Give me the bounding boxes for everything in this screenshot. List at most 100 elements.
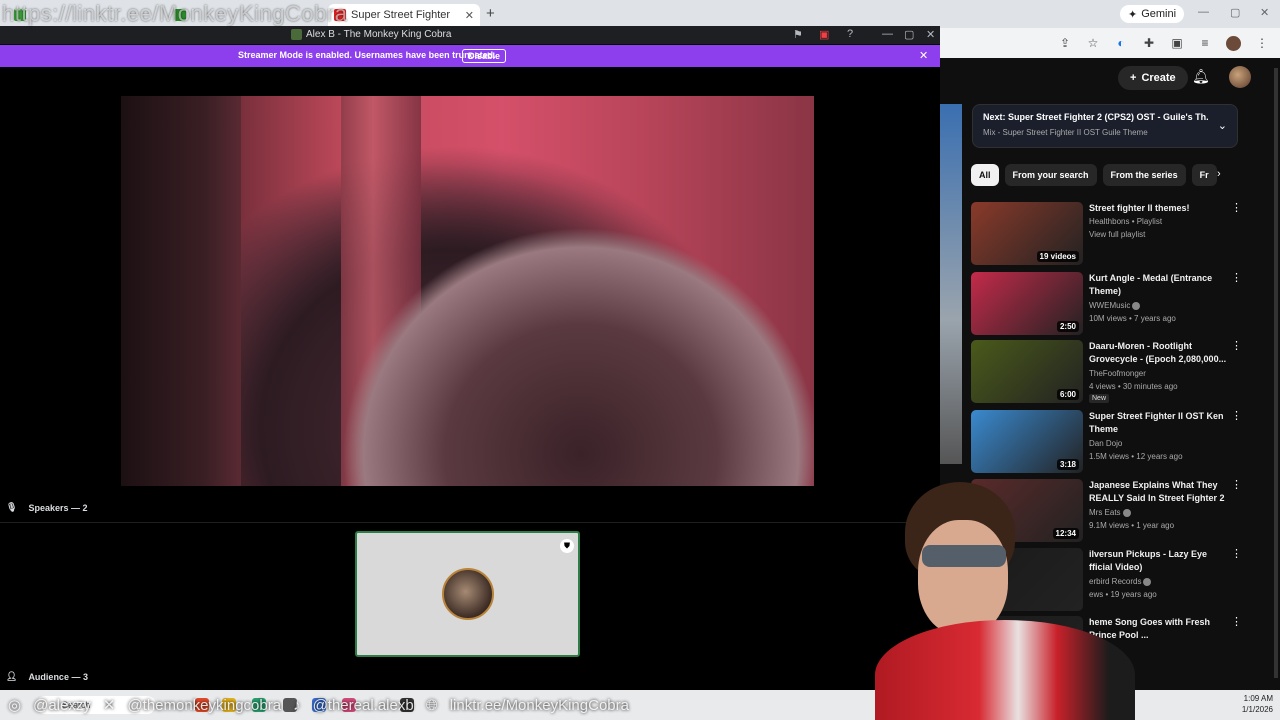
app-icon[interactable] xyxy=(312,698,326,712)
plus-icon: + xyxy=(1130,72,1137,84)
browser-toolbar: ⇪ ☆ ◐ ✚ ▣ ≡ ⋮ xyxy=(940,28,1280,58)
more-options-icon[interactable]: ⋮ xyxy=(1231,341,1242,352)
folder-app-icon[interactable] xyxy=(222,698,236,712)
video-list-item[interactable]: 2:50 Kurt Angle - Medal (Entrance Theme) W… xyxy=(971,272,1271,336)
app-icon[interactable] xyxy=(252,698,266,712)
scrollbar[interactable] xyxy=(1274,68,1278,678)
browser-tab-1[interactable] xyxy=(8,4,158,26)
more-options-icon[interactable]: ⋮ xyxy=(1231,203,1242,214)
extension-icon[interactable]: ◐ xyxy=(1114,36,1128,50)
discord-title-bar: Alex B - The Monkey King Cobra ⚑ ▣ ? — ▢… xyxy=(0,26,940,44)
next-up-title: Next: Super Street Fighter 2 (CPS2) OST … xyxy=(983,112,1208,122)
new-tab-button[interactable]: + xyxy=(486,5,495,22)
browser-tab-active[interactable]: Super Street Fighter II OST Guil ✕ xyxy=(328,4,480,26)
video-thumbnail[interactable]: 3:18 xyxy=(971,410,1083,473)
chrome-app-icon[interactable] xyxy=(195,698,209,712)
duration-badge: 2:50 xyxy=(1056,321,1079,332)
channel-name[interactable]: TheFoofmonger xyxy=(1089,367,1146,380)
close-banner-icon[interactable]: ✕ xyxy=(919,49,928,62)
microphone-icon: 🎙︎ xyxy=(6,502,18,512)
maximize-icon[interactable]: ▢ xyxy=(1230,6,1240,19)
extensions-puzzle-icon[interactable]: ✚ xyxy=(1142,36,1156,50)
disable-button[interactable]: Disable xyxy=(462,49,507,63)
video-thumbnail[interactable]: 6:00 xyxy=(971,340,1083,403)
taskbar-search[interactable]: Search xyxy=(36,696,156,714)
chevron-down-icon[interactable]: ⌄ xyxy=(1218,119,1227,132)
stage-video-feed[interactable] xyxy=(121,96,814,486)
video-stats: 1.5M views • 12 years ago xyxy=(1089,452,1183,461)
clock[interactable]: 1:09 AM 1/1/2026 xyxy=(1233,693,1273,715)
create-label: Create xyxy=(1141,72,1176,84)
channel-name[interactable]: WWEMusic xyxy=(1089,299,1141,312)
more-options-icon[interactable]: ⋮ xyxy=(1231,480,1242,491)
server-icon xyxy=(291,29,302,40)
more-options-icon[interactable]: ⋮ xyxy=(1231,617,1242,628)
minimize-icon[interactable]: — xyxy=(882,28,893,40)
app-icon[interactable] xyxy=(400,698,414,712)
close-window-icon[interactable]: ✕ xyxy=(1260,6,1269,19)
video-title[interactable]: Daaru-Moren - Rootlight Grovecycle - (Ep… xyxy=(1089,340,1229,366)
browser-tab-2[interactable] xyxy=(168,4,318,26)
help-icon[interactable]: ? xyxy=(847,28,853,40)
more-options-icon[interactable]: ⋮ xyxy=(1231,273,1242,284)
window-title: Alex B - The Monkey King Cobra xyxy=(306,29,452,40)
tab-favicon-icon xyxy=(174,9,186,21)
media-icon[interactable]: ≡ xyxy=(1198,36,1212,50)
minimize-icon[interactable]: — xyxy=(1198,6,1209,18)
channel-label: Healthbons • Playlist xyxy=(1089,217,1163,226)
channel-name[interactable]: Healthbons • Playlist xyxy=(1089,215,1162,228)
duration-badge: 3:18 xyxy=(1056,459,1079,470)
streamer-mode-banner: Streamer Mode is enabled. Usernames have… xyxy=(0,45,940,67)
chip-more[interactable]: Fr xyxy=(1191,164,1217,186)
flag-icon[interactable]: ⚑ xyxy=(793,28,803,41)
more-options-icon[interactable]: ⋮ xyxy=(1231,549,1242,560)
webcam-person xyxy=(875,620,1135,720)
maximize-icon[interactable]: ▢ xyxy=(904,28,914,41)
video-title[interactable]: Super Street Fighter II OST Ken Theme xyxy=(1089,410,1229,436)
notifications-bell-icon[interactable]: 🔔︎ xyxy=(1192,68,1210,85)
video-list-item[interactable]: 19 videos Street fighter II themes! Health… xyxy=(971,202,1271,266)
video-list-item[interactable]: 3:18 Super Street Fighter II OST Ken Them… xyxy=(971,410,1271,474)
clock-time: 1:09 AM xyxy=(1243,694,1273,703)
banner-text: Streamer Mode is enabled. Usernames have… xyxy=(238,50,496,60)
chip-from-your-search[interactable]: From your search xyxy=(1004,164,1097,186)
screen-share-icon[interactable]: ▣ xyxy=(819,28,829,41)
close-icon[interactable]: ✕ xyxy=(926,28,935,41)
video-stats: 4 views • 30 minutes ago xyxy=(1089,382,1178,391)
video-stats: View full playlist xyxy=(1089,230,1146,239)
more-options-icon[interactable]: ⋮ xyxy=(1231,411,1242,422)
next-up-panel[interactable]: Next: Super Street Fighter 2 (CPS2) OST … xyxy=(972,104,1238,148)
webcam-person xyxy=(918,520,1008,635)
sunglasses xyxy=(922,545,1006,567)
video-title[interactable]: Kurt Angle - Medal (Entrance Theme) xyxy=(1089,272,1229,298)
app-icon[interactable] xyxy=(283,698,297,712)
webcam-overlay xyxy=(860,480,1150,720)
chevron-right-icon[interactable]: › xyxy=(1217,168,1221,180)
gemini-button[interactable]: ✦ Gemini xyxy=(1120,5,1185,23)
install-icon[interactable]: ⇪ xyxy=(1058,36,1072,50)
app-icon[interactable] xyxy=(342,698,356,712)
speakers-label: Speakers — 2 xyxy=(28,502,88,513)
video-thumbnail[interactable]: 2:50 xyxy=(971,272,1083,335)
tab-label: Super Street Fighter II OST Guil xyxy=(351,9,452,21)
verified-icon xyxy=(1132,301,1141,310)
chip-all[interactable]: All xyxy=(971,164,999,186)
bookmark-star-icon[interactable]: ☆ xyxy=(1086,36,1100,50)
chip-from-the-series[interactable]: From the series xyxy=(1102,164,1186,186)
video-list-item[interactable]: 6:00 Daaru-Moren - Rootlight Grovecycle -… xyxy=(971,340,1271,404)
close-tab-icon[interactable]: ✕ xyxy=(465,9,474,22)
profile-avatar[interactable] xyxy=(1226,35,1241,51)
divider xyxy=(0,522,940,523)
duration-badge: 19 videos xyxy=(1036,251,1079,262)
video-thumbnail[interactable]: 19 videos xyxy=(971,202,1083,265)
speaker-tile[interactable]: ⛊ xyxy=(355,531,580,657)
create-button[interactable]: + Create xyxy=(1118,66,1188,90)
menu-icon[interactable]: ⋮ xyxy=(1255,36,1269,50)
discord-stage-window: Alex B - The Monkey King Cobra ⚑ ▣ ? — ▢… xyxy=(0,26,940,690)
yt-account-avatar[interactable] xyxy=(1229,66,1251,88)
video-title[interactable]: Street fighter II themes! xyxy=(1089,202,1229,215)
video-background xyxy=(121,96,241,486)
channel-name[interactable]: Dan Dojo xyxy=(1089,437,1122,450)
filter-chips: All From your search From the series Fr xyxy=(971,164,1233,186)
sidepanel-icon[interactable]: ▣ xyxy=(1170,36,1184,50)
